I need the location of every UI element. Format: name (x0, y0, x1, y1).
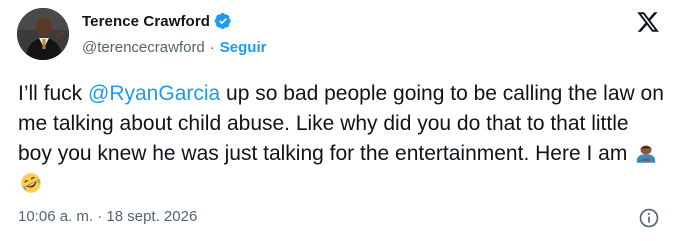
separator-dot: · (209, 38, 215, 56)
author-display-name[interactable]: Terence Crawford (82, 13, 210, 30)
tweet-embed-card: Terence Crawford @terencecrawford · Segu… (0, 0, 682, 241)
mention-link[interactable]: @RyanGarcia (88, 82, 220, 105)
author-name-row: Terence Crawford (82, 11, 232, 31)
person-bowing-icon (636, 145, 656, 163)
avatar[interactable] (17, 8, 69, 60)
x-logo-icon[interactable] (636, 10, 660, 34)
verified-badge-icon (214, 12, 231, 30)
author-handle-row: @terencecrawford · Seguir (82, 37, 266, 57)
tweet-text: I’ll fuck @RyanGarcia up so bad people g… (18, 79, 668, 199)
avatar-image (17, 8, 69, 60)
tweet-timestamp[interactable]: 10:06 a. m. · 18 sept. 2026 (18, 208, 197, 225)
info-icon[interactable] (638, 207, 660, 229)
rolling-on-floor-laughing-icon (21, 173, 41, 193)
tweet-text-part-1: I’ll fuck (18, 82, 89, 105)
author-handle[interactable]: @terencecrawford (82, 39, 205, 56)
follow-button[interactable]: Seguir (220, 39, 267, 56)
